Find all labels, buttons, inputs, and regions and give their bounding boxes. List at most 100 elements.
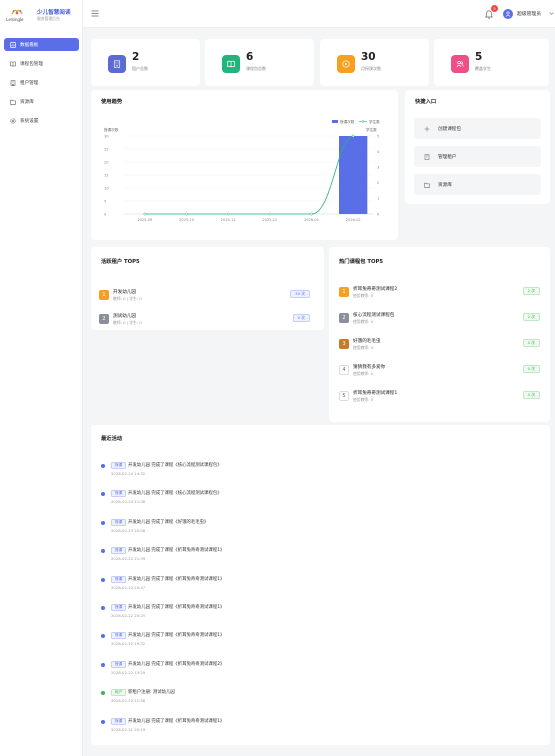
play-icon [342,60,350,68]
dashboard-icon [10,41,16,48]
count-badge: 30 次 [290,290,310,298]
chart-point [143,212,147,216]
quick-actions-card: 快捷入口 创建课程包 管理租户 资源库 [405,90,550,204]
course-usage: 使用教师: 0 [353,293,374,298]
logo-mark: LeSingle [6,7,28,25]
brand-subtitle: 服务管理后台 [37,16,60,21]
activity-tag: 授课 [111,717,127,725]
y-tick-label-left: 0 [104,212,107,216]
stat-icon-bg [222,55,240,73]
topbar: 5 超级管理员 [83,0,555,28]
activity-text: 开发幼儿园 完成了课程《核心流程测试课程包》 [128,491,222,497]
resource-library-button[interactable]: 资源库 [414,174,541,195]
sidebar-item-courses[interactable]: 课程包管理 [4,57,79,70]
activity-item: 授课 开发幼儿园 完成了课程《折耳兔奇奇测试课程1》 2026-02-22 20:2… [101,602,541,624]
sidebar-item-settings[interactable]: 系统设置 [4,114,79,127]
count-badge: 2 次 [522,287,540,295]
sidebar-item-dashboard[interactable]: 数据看板 [4,38,79,51]
activity-dot [101,719,105,724]
create-course-button[interactable]: 创建课程包 [414,118,541,139]
list-item[interactable]: 4 猜猜我有多爱你 使用教师: 0 0 次 [339,362,540,382]
list-item[interactable]: 3 好饿的毛毛虫 使用教师: 0 0 次 [339,336,540,356]
sidebar-item-label: 数据看板 [20,42,39,48]
card-title: 活跃租户 TOP5 [101,259,140,265]
y-tick-label-right: 1 [377,197,379,201]
y-tick-label-right: 5 [377,134,379,138]
building-icon [10,79,16,86]
avatar[interactable] [503,9,513,19]
tenant-stats: 教师: 0 | 学生: 0 [113,320,142,325]
y-tick-label-left: 25 [104,147,109,151]
users-icon [456,60,464,68]
activity-text: 开发幼儿园 完成了课程《折耳兔奇奇测试课程1》 [128,576,225,582]
plus-icon [424,126,430,131]
activity-text: 开发幼儿园 完成了课程《折耳兔奇奇测试课程2》 [128,661,225,667]
rank-number: 2 [339,313,349,323]
chevron-down-icon[interactable] [549,11,554,16]
activity-time: 2026-02-24 14:32 [111,471,146,476]
list-item[interactable]: 1 开发幼儿园 教师: 0 | 学生: 0 30 次 [99,287,310,307]
activity-tag: 租户 [111,689,127,697]
activity-item: 授课 开发幼儿园 完成了课程《核心流程测试课程包》 2026-02-24 11:08 [101,488,541,510]
activity-item: 授课 开发幼儿园 完成了课程《折耳兔奇奇测试课程1》 2026-02-22 19:3… [101,630,541,652]
course-usage: 使用教师: 0 [353,319,374,324]
stat-icon-bg [451,55,469,73]
activity-dot [101,520,105,525]
list-item[interactable]: 2 核心流程测试课程包 使用教师: 0 2 次 [339,310,540,330]
chart-point [310,212,313,216]
y-tick-label-left: 5 [104,199,106,203]
x-tick-label: 2026-02 [346,218,361,222]
count-badge: 0 次 [292,314,310,322]
chart-point [268,212,272,216]
book-icon [10,61,16,67]
activity-dot [101,662,105,667]
menu-toggle-icon[interactable] [91,10,99,17]
sidebar-item-resources[interactable]: 资源库 [4,95,79,108]
activity-dot [101,691,105,696]
list-item[interactable]: 5 折耳兔奇奇测试课程1 使用教师: 0 0 次 [339,388,540,408]
manage-tenants-button[interactable]: 管理租户 [414,146,541,167]
activity-text: 开发幼儿园 完成了课程《折耳兔奇奇测试课程1》 [128,633,225,639]
legend-marker-line [361,120,365,123]
course-name: 折耳兔奇奇测试课程2 [353,287,398,292]
user-name[interactable]: 超级管理员 [517,10,541,17]
chart-point [351,134,355,138]
y-tick-label-left: 15 [104,173,109,177]
activity-time: 2026-02-22 20:47 [111,584,146,590]
count-badge: 2 次 [522,313,540,321]
activity-time: 2026-02-22 19:32 [111,641,146,647]
activity-tag: 授课 [111,547,127,555]
list-item[interactable]: 2 测试幼儿园 教师: 0 | 学生: 0 0 次 [99,311,310,331]
activity-dot [101,492,105,497]
popular-courses-card: 热门课程包 TOP5 1 折耳兔奇奇测试课程2 使用教师: 0 2 次 2 核心… [329,247,550,422]
activity-tag: 授课 [111,660,127,668]
activity-item: 授课 开发幼儿园 完成了课程《折耳兔奇奇测试课程1》 2026-02-22 21:3… [101,545,541,567]
brand-logo[interactable]: LeSingle 少儿智慧阅读 服务管理后台 [6,7,80,25]
y-tick-label-right: 0 [377,212,380,216]
quick-action-label: 创建课程包 [438,126,461,132]
stat-value: 30 [361,51,376,63]
activity-dot [101,634,105,639]
activity-time: 2026-02-22 11:58 [111,698,146,704]
stat-label: 月授课次数 [361,66,381,71]
chart-point [185,212,188,216]
stat-card-tenants: 2 租户总数 [91,39,200,86]
y-tick-label-right: 2 [377,181,379,185]
activity-time: 2026-02-22 15:29 [111,669,146,675]
stat-icon-bg [108,55,126,73]
activity-dot [101,464,105,468]
legend-swatch-bars [332,120,338,123]
list-item[interactable]: 1 折耳兔奇奇测试课程2 使用教师: 0 2 次 [339,284,540,304]
x-tick-label: 2025-09 [137,218,153,222]
activity-time: 2026-02-24 11:08 [111,499,146,505]
sidebar-item-label: 课程包管理 [20,61,43,67]
usage-trend-card: 使用趋势 0 5 10 15 20 25 30 0 1 2 3 4 5 授课次数 学生数 2025-09 202… [91,90,398,240]
sidebar-item-tenants[interactable]: 租户管理 [4,76,79,89]
card-title: 最近活动 [101,436,123,442]
x-tick-label: 2025-12 [262,218,277,222]
quick-action-label: 管理租户 [438,154,457,160]
sidebar: LeSingle 少儿智慧阅读 服务管理后台 数据看板 课程包管理 租户管理 资… [0,0,83,756]
x-tick-label: 2025-11 [221,218,236,222]
activity-dot [101,606,105,610]
activity-text: 开发幼儿园 完成了课程《核心流程测试课程包》 [128,463,222,468]
